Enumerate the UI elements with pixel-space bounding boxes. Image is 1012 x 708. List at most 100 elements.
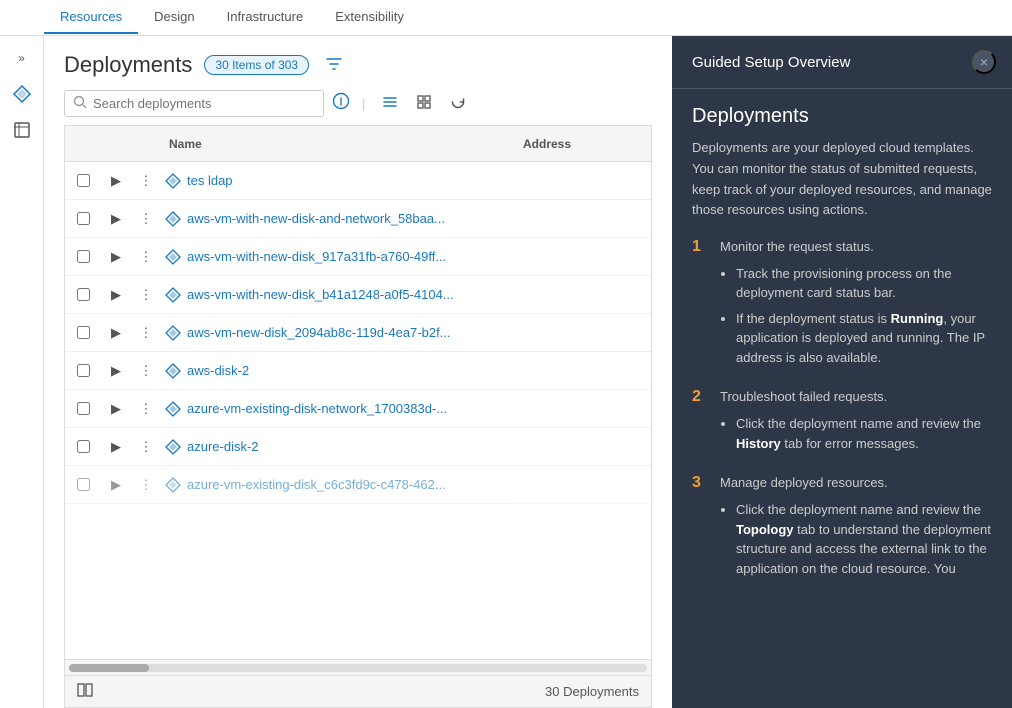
sidebar-collapse-button[interactable]: » xyxy=(8,44,36,72)
row-expand-8[interactable]: ▶ xyxy=(101,477,131,493)
row-checkbox-7[interactable] xyxy=(65,440,101,453)
row-link-7[interactable]: azure-disk-2 xyxy=(187,439,259,454)
row-name-5: aws-disk-2 xyxy=(161,363,531,379)
step-number-3: 3 xyxy=(692,474,708,584)
row-menu-3[interactable]: ⋮ xyxy=(131,287,161,303)
row-menu-1[interactable]: ⋮ xyxy=(131,211,161,227)
deployment-icon-7 xyxy=(165,439,181,455)
row-expand-4[interactable]: ▶ xyxy=(101,325,131,341)
row-link-5[interactable]: aws-disk-2 xyxy=(187,363,249,378)
row-menu-2[interactable]: ⋮ xyxy=(131,249,161,265)
nav-tab-extensibility[interactable]: Extensibility xyxy=(319,1,420,34)
scroll-thumb[interactable] xyxy=(69,664,149,672)
bullet-1-0: Track the provisioning process on the de… xyxy=(736,264,992,303)
row-expand-6[interactable]: ▶ xyxy=(101,401,131,417)
row-expand-7[interactable]: ▶ xyxy=(101,439,131,455)
content-area: Deployments 30 Items of 303 xyxy=(44,36,672,708)
row-name-7: azure-disk-2 xyxy=(161,439,531,455)
step-1: 1 Monitor the request status. Track the … xyxy=(692,237,992,373)
page-title: Deployments xyxy=(64,52,192,78)
row-link-1[interactable]: aws-vm-with-new-disk-and-network_58baa..… xyxy=(187,211,445,226)
chevron-left-icon: » xyxy=(18,51,25,65)
deployment-icon-5 xyxy=(165,363,181,379)
row-link-2[interactable]: aws-vm-with-new-disk_917a31fb-a760-49ff.… xyxy=(187,249,446,264)
refresh-button[interactable] xyxy=(445,91,471,116)
step-bullets-1: Track the provisioning process on the de… xyxy=(720,264,992,368)
list-view-button[interactable] xyxy=(377,91,403,116)
search-input[interactable] xyxy=(93,96,315,111)
row-checkbox-3[interactable] xyxy=(65,288,101,301)
step-number-2: 2 xyxy=(692,388,708,459)
row-menu-6[interactable]: ⋮ xyxy=(131,401,161,417)
row-link-8[interactable]: azure-vm-existing-disk_c6c3fd9c-c478-462… xyxy=(187,477,446,492)
step-3: 3 Manage deployed resources. Click the d… xyxy=(692,473,992,584)
step-header-1: Monitor the request status. xyxy=(720,237,992,258)
panel-description: Deployments are your deployed cloud temp… xyxy=(692,138,992,221)
panel-close-button[interactable]: × xyxy=(972,50,996,74)
row-checkbox-2[interactable] xyxy=(65,250,101,263)
panel-header: Guided Setup Overview × xyxy=(672,36,1012,89)
row-expand-5[interactable]: ▶ xyxy=(101,363,131,379)
deployments-table: Name Address ▶ ⋮ xyxy=(64,125,652,708)
step-bullets-2: Click the deployment name and review the… xyxy=(720,414,992,453)
row-link-4[interactable]: aws-vm-new-disk_2094ab8c-119d-4ea7-b2f..… xyxy=(187,325,451,340)
row-link-3[interactable]: aws-vm-with-new-disk_b41a1248-a0f5-4104.… xyxy=(187,287,454,302)
row-checkbox-0[interactable] xyxy=(65,174,101,187)
row-checkbox-4[interactable] xyxy=(65,326,101,339)
table-footer: 30 Deployments xyxy=(65,675,651,707)
row-link-6[interactable]: azure-vm-existing-disk-network_1700383d-… xyxy=(187,401,447,416)
columns-toggle-icon[interactable] xyxy=(77,682,93,701)
step-header-3: Manage deployed resources. xyxy=(720,473,992,494)
top-nav: Resources Design Infrastructure Extensib… xyxy=(0,0,1012,36)
row-name-1: aws-vm-with-new-disk-and-network_58baa..… xyxy=(161,211,531,227)
items-badge: 30 Items of 303 xyxy=(204,55,309,75)
table-row: ▶ ⋮ aws-vm-with-new-disk-and-network_58b… xyxy=(65,200,651,238)
horizontal-scrollbar[interactable] xyxy=(65,659,651,675)
deployment-icon-0 xyxy=(165,173,181,189)
step-header-2: Troubleshoot failed requests. xyxy=(720,387,992,408)
row-menu-5[interactable]: ⋮ xyxy=(131,363,161,379)
sidebar-item-cube[interactable] xyxy=(8,116,36,144)
row-checkbox-8[interactable] xyxy=(65,478,101,491)
nav-tab-resources[interactable]: Resources xyxy=(44,1,138,34)
table-row: ▶ ⋮ azure-vm-existing-disk-network_17003… xyxy=(65,390,651,428)
row-link-0[interactable]: tes ldap xyxy=(187,173,233,188)
bullet-3-0: Click the deployment name and review the… xyxy=(736,500,992,578)
search-box[interactable] xyxy=(64,90,324,117)
row-checkbox-1[interactable] xyxy=(65,212,101,225)
sidebar-item-diamond[interactable] xyxy=(8,80,36,108)
step-content-3: Manage deployed resources. Click the dep… xyxy=(720,473,992,584)
row-menu-0[interactable]: ⋮ xyxy=(131,173,161,189)
row-checkbox-6[interactable] xyxy=(65,402,101,415)
deployment-icon-2 xyxy=(165,249,181,265)
row-expand-3[interactable]: ▶ xyxy=(101,287,131,303)
row-menu-8[interactable]: ⋮ xyxy=(131,477,161,493)
row-name-4: aws-vm-new-disk_2094ab8c-119d-4ea7-b2f..… xyxy=(161,325,531,341)
row-expand-1[interactable]: ▶ xyxy=(101,211,131,227)
col-name-header: Name xyxy=(161,137,515,151)
row-name-8: azure-vm-existing-disk_c6c3fd9c-c478-462… xyxy=(161,477,531,493)
row-menu-4[interactable]: ⋮ xyxy=(131,325,161,341)
row-name-0: tes ldap xyxy=(161,173,531,189)
row-expand-0[interactable]: ▶ xyxy=(101,173,131,189)
step-2: 2 Troubleshoot failed requests. Click th… xyxy=(692,387,992,459)
step-bullets-3: Click the deployment name and review the… xyxy=(720,500,992,578)
info-icon[interactable] xyxy=(332,92,350,115)
table-row: ▶ ⋮ azure-disk-2 xyxy=(65,428,651,466)
nav-tab-design[interactable]: Design xyxy=(138,1,210,34)
guided-panel: Guided Setup Overview × Deployments Depl… xyxy=(672,36,1012,708)
nav-tab-infrastructure[interactable]: Infrastructure xyxy=(211,1,320,34)
table-row: ▶ ⋮ tes ldap xyxy=(65,162,651,200)
row-checkbox-5[interactable] xyxy=(65,364,101,377)
row-name-3: aws-vm-with-new-disk_b41a1248-a0f5-4104.… xyxy=(161,287,531,303)
bullet-2-0: Click the deployment name and review the… xyxy=(736,414,992,453)
table-row: ▶ ⋮ aws-vm-new-disk_2094ab8c-119d-4ea7-b… xyxy=(65,314,651,352)
grid-view-button[interactable] xyxy=(411,91,437,116)
row-menu-7[interactable]: ⋮ xyxy=(131,439,161,455)
scroll-track xyxy=(69,664,647,672)
table-header: Name Address xyxy=(65,126,651,162)
deployment-icon-3 xyxy=(165,287,181,303)
filter-icon[interactable] xyxy=(325,55,343,76)
footer-count: 30 Deployments xyxy=(545,684,639,699)
row-expand-2[interactable]: ▶ xyxy=(101,249,131,265)
